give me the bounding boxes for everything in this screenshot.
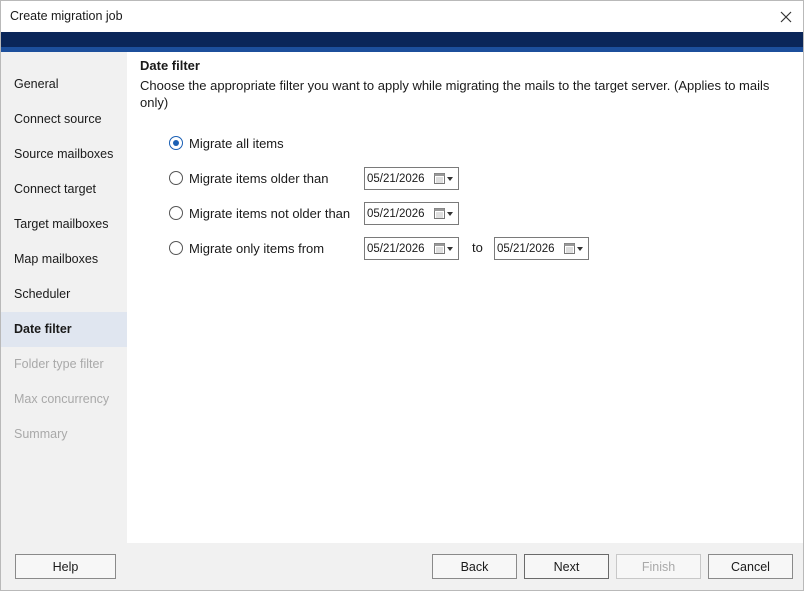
radio-button[interactable] [169,171,183,185]
option-label: Migrate only items from [189,240,325,256]
date-value: 05/21/2026 [367,242,425,255]
dialog-footer: Help Back Next Finish Cancel [1,543,803,590]
sidebar-item-general[interactable]: General [1,67,127,102]
range-to-label: to [472,240,483,255]
calendar-icon [434,208,445,219]
sidebar-item-scheduler[interactable]: Scheduler [1,277,127,312]
wizard-steps-sidebar: General Connect source Source mailboxes … [1,52,127,543]
range-to-date-picker[interactable]: 05/21/2026 [494,237,589,260]
sidebar-item-summary: Summary [14,427,68,441]
range-from-date-picker[interactable]: 05/21/2026 [364,237,459,260]
close-icon [780,11,792,22]
older-than-date-picker[interactable]: 05/21/2026 [364,167,459,190]
chevron-down-icon [447,246,453,251]
page-title: Date filter [140,58,200,73]
option-label: Migrate all items [189,135,284,151]
main-content: Date filter Choose the appropriate filte… [127,52,803,543]
option-items-from-range[interactable]: Migrate only items from [169,238,324,258]
radio-button[interactable] [169,241,183,255]
help-button[interactable]: Help [15,554,116,579]
finish-button: Finish [616,554,701,579]
chevron-down-icon [447,211,453,216]
title-bar: Create migration job [1,1,803,32]
option-label: Migrate items not older than [189,205,351,221]
sidebar-item-date-filter[interactable]: Date filter [1,312,127,347]
radio-button[interactable] [169,206,183,220]
sidebar-item-source-mailboxes[interactable]: Source mailboxes [1,137,127,172]
sidebar-item-map-mailboxes[interactable]: Map mailboxes [1,242,127,277]
sidebar-item-connect-source[interactable]: Connect source [1,102,127,137]
option-not-older-than[interactable]: Migrate items not older than [169,203,350,223]
close-button[interactable] [769,1,803,32]
sidebar-item-max-concurrency: Max concurrency [14,392,110,406]
date-value: 05/21/2026 [367,172,425,185]
not-older-than-date-picker[interactable]: 05/21/2026 [364,202,459,225]
sidebar-item-target-mailboxes[interactable]: Target mailboxes [1,207,127,242]
sidebar-item-connect-target[interactable]: Connect target [1,172,127,207]
option-migrate-all[interactable]: Migrate all items [169,133,284,153]
chevron-down-icon [447,176,453,181]
page-description: Choose the appropriate filter you want t… [140,78,770,110]
cancel-button[interactable]: Cancel [708,554,793,579]
calendar-icon [434,173,445,184]
option-label: Migrate items older than [189,170,329,186]
header-banner [1,32,803,52]
option-older-than[interactable]: Migrate items older than [169,168,328,188]
next-button[interactable]: Next [524,554,609,579]
calendar-icon [434,243,445,254]
calendar-icon [564,243,575,254]
date-value: 05/21/2026 [367,207,425,220]
dialog-window: Create migration job General Connect sou… [0,0,804,591]
date-value: 05/21/2026 [497,242,555,255]
back-button[interactable]: Back [432,554,517,579]
radio-button-checked[interactable] [169,136,183,150]
window-title: Create migration job [10,9,123,23]
chevron-down-icon [577,246,583,251]
sidebar-item-folder-type-filter: Folder type filter [14,357,104,371]
